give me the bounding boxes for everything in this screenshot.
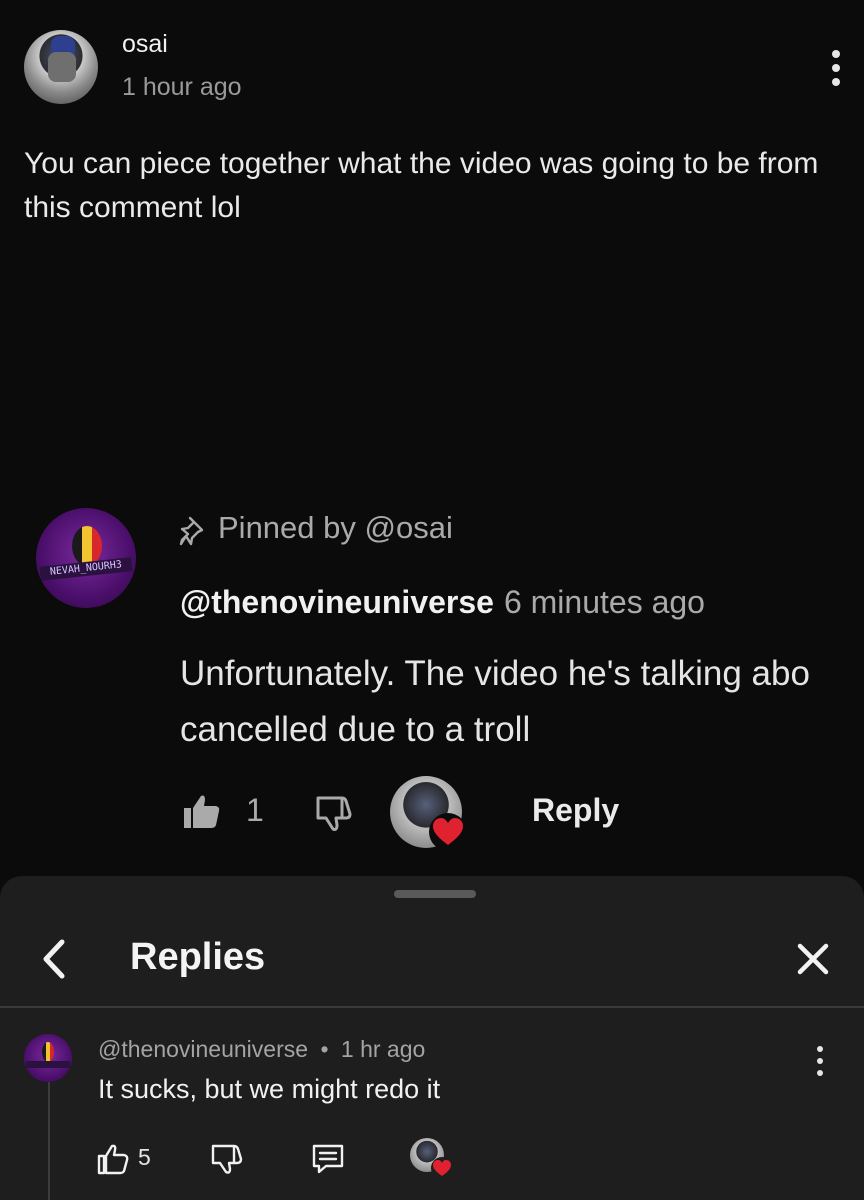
comment-author[interactable]: osai [122,30,168,59]
reply-like-count: 5 [138,1144,151,1170]
thread-line [48,1082,50,1200]
reply-author[interactable]: @thenovineuniverse [98,1036,308,1062]
sheet-divider [0,1006,864,1008]
sheet-title: Replies [130,936,266,978]
pinned-label: Pinned by @osai [218,510,453,545]
reply-timestamp: 1 hr ago [340,1036,426,1062]
back-icon[interactable] [34,934,78,984]
reply-avatar[interactable] [24,1034,72,1082]
more-options-icon[interactable] [824,46,848,90]
like-icon[interactable] [96,1142,130,1176]
dislike-icon[interactable] [210,1142,244,1176]
avatar-thenovineuniverse: NEVAH_NOURH3 [36,508,136,608]
reply-text: It sucks, but we might redo it [98,1074,441,1104]
pin-icon [179,516,204,546]
embedded-reply-button: Reply [532,792,620,828]
reply-meta: @thenovineuniverse • 1 hr ago [98,1036,425,1063]
sheet-drag-handle[interactable] [394,890,476,898]
embedded-like-count: 1 [246,792,264,828]
embedded-comment-timestamp: 6 minutes ago [503,584,705,620]
avatar-osai[interactable] [24,30,98,104]
heart-icon [429,813,467,851]
reply-more-icon[interactable] [808,1044,832,1078]
heart-icon [431,1157,453,1179]
embedded-comment-author: @thenovineuniverse [180,584,494,620]
embedded-comment-header: @thenovineuniverse 6 minutes ago [180,584,705,621]
comment-text: You can piece together what the video wa… [24,147,819,224]
comment-icon[interactable] [310,1142,346,1176]
embedded-comment-line-1: Unfortunately. The video he's talking ab… [180,654,810,693]
like-icon [184,795,220,828]
embedded-comment-text: Unfortunately. The video he's talking ab… [180,646,864,758]
meta-separator: • [320,1036,329,1062]
dislike-icon [316,796,352,831]
comment-timestamp: 1 hour ago [122,73,242,101]
embedded-comment-line-2: cancelled due to a troll [180,710,531,749]
close-icon[interactable] [790,936,836,982]
